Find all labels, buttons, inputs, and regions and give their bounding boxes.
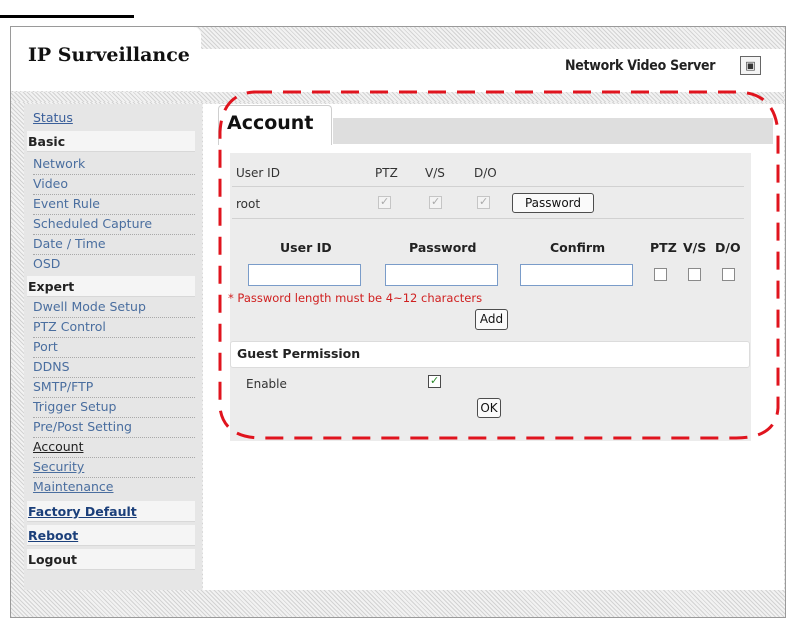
add-ptz-checkbox[interactable] (654, 268, 667, 281)
top-rule (0, 0, 134, 18)
table-divider (232, 186, 744, 187)
column-do: D/O (474, 166, 497, 180)
sidebar-item-status[interactable]: Status (33, 110, 73, 125)
row-vs-checkbox: ✓ (429, 195, 442, 209)
column-ptz: PTZ (375, 166, 398, 180)
guest-permission-title: Guest Permission (237, 346, 361, 361)
password-input[interactable] (385, 264, 498, 286)
sidebar-item-reboot[interactable]: Reboot (27, 525, 195, 546)
add-header-confirm: Confirm (550, 240, 606, 255)
add-header-vs: V/S (683, 240, 707, 255)
confirm-input[interactable] (520, 264, 633, 286)
sidebar-item-smtp-ftp[interactable]: SMTP/FTP (33, 378, 195, 398)
sidebar-item-logout[interactable]: Logout (27, 549, 195, 570)
product-name: Network Video Server (565, 58, 716, 74)
sidebar-item-video[interactable]: Video (33, 175, 195, 195)
sidebar-heading-expert: Expert (27, 276, 195, 297)
enable-label: Enable (246, 377, 287, 391)
sidebar-item-account[interactable]: Account (33, 438, 195, 458)
sidebar-item-date-time[interactable]: Date / Time (33, 235, 195, 255)
sidebar-item-dwell-mode[interactable]: Dwell Mode Setup (33, 298, 195, 318)
row-user-id: root (236, 197, 261, 211)
guest-enable-checkbox[interactable]: ✓ (428, 374, 441, 388)
sidebar-item-event-rule[interactable]: Event Rule (33, 195, 195, 215)
add-do-checkbox[interactable] (722, 268, 735, 281)
sidebar-item-osd[interactable]: OSD (33, 255, 195, 275)
add-button[interactable]: Add (475, 309, 508, 330)
sidebar-item-factory-default[interactable]: Factory Default (27, 501, 195, 522)
sidebar-heading-basic: Basic (27, 131, 195, 152)
ok-button[interactable]: OK (477, 398, 501, 418)
title-band (333, 118, 773, 144)
header-divider (11, 92, 784, 102)
sidebar-item-security[interactable]: Security (33, 458, 195, 478)
password-button[interactable]: Password (512, 193, 594, 213)
sidebar-item-ddns[interactable]: DDNS (33, 358, 195, 378)
password-length-note: * Password length must be 4~12 character… (228, 291, 483, 305)
row-do-checkbox: ✓ (477, 195, 490, 209)
app-logo: IP Surveillance (28, 44, 190, 66)
column-user-id: User ID (236, 166, 280, 180)
table-divider-bottom (232, 218, 744, 219)
add-header-do: D/O (715, 240, 741, 255)
sidebar-item-port[interactable]: Port (33, 338, 195, 358)
camera-icon[interactable]: ▣ (740, 56, 761, 75)
page-title: Account (227, 112, 314, 134)
sidebar-item-pre-post[interactable]: Pre/Post Setting (33, 418, 195, 438)
row-ptz-checkbox: ✓ (378, 195, 391, 209)
sidebar-item-maintenance[interactable]: Maintenance (33, 478, 195, 498)
add-header-ptz: PTZ (650, 240, 677, 255)
add-vs-checkbox[interactable] (688, 268, 701, 281)
add-header-password: Password (409, 240, 477, 255)
add-header-user-id: User ID (280, 240, 332, 255)
sidebar-item-trigger-setup[interactable]: Trigger Setup (33, 398, 195, 418)
sidebar-item-ptz-control[interactable]: PTZ Control (33, 318, 195, 338)
sidebar-item-network[interactable]: Network (33, 155, 195, 175)
user-id-input[interactable] (248, 264, 361, 286)
column-vs: V/S (425, 166, 445, 180)
sidebar-item-scheduled-capture[interactable]: Scheduled Capture (33, 215, 195, 235)
